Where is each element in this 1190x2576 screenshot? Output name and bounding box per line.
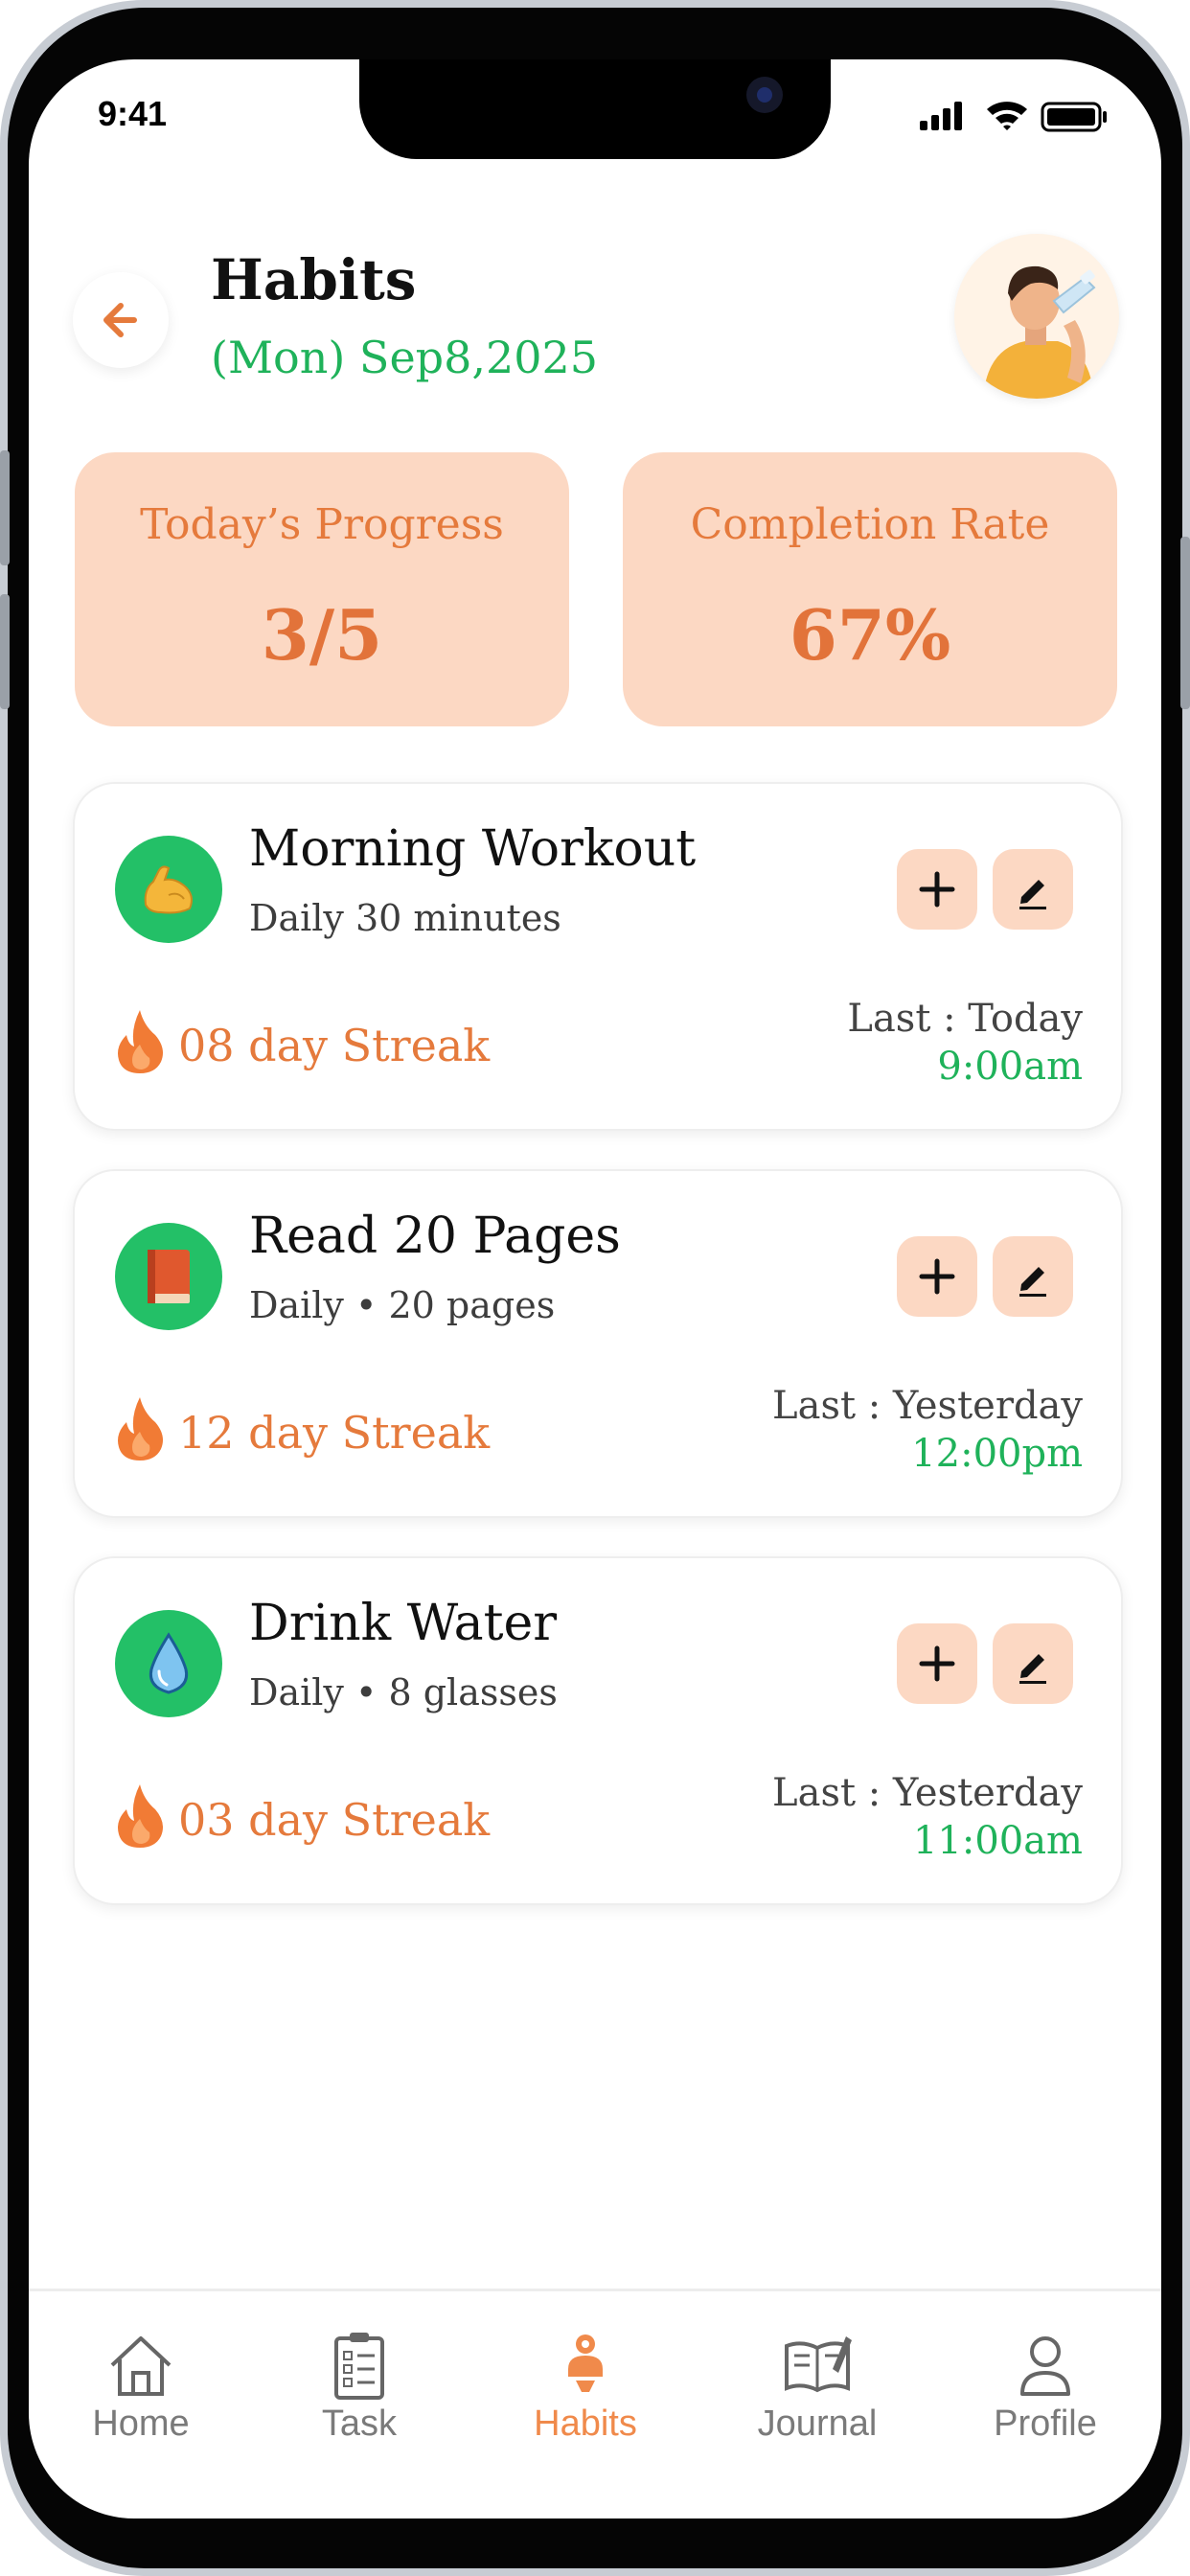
flame-icon	[118, 1010, 163, 1073]
wifi-icon	[987, 102, 1027, 130]
last-done-label: Last : Today	[847, 997, 1083, 1041]
completion-value: 67%	[789, 594, 951, 676]
volume-down-button	[0, 594, 10, 709]
signal-icon	[920, 102, 962, 130]
edit-button[interactable]	[993, 849, 1073, 930]
clipboard-icon	[334, 2333, 384, 2400]
habit-detail: Daily • 20 pages	[249, 1284, 556, 1326]
habit-icon-bg	[115, 1223, 222, 1330]
habit-card-drink-water[interactable]: Drink Water Daily • 8 glasses 03 day Str…	[73, 1556, 1123, 1905]
add-button[interactable]	[897, 1623, 977, 1704]
plus-icon	[919, 871, 955, 908]
streak-text: 12 day Streak	[178, 1407, 491, 1459]
nav-label: Habits	[534, 2404, 637, 2444]
status-icons	[910, 96, 1121, 134]
habit-detail: Daily 30 minutes	[249, 897, 561, 939]
volume-up-button	[0, 450, 10, 565]
habit-card-read-20-pages[interactable]: Read 20 Pages Daily • 20 pages 12 day St…	[73, 1169, 1123, 1518]
nav-label: Home	[92, 2404, 190, 2444]
pencil-icon	[1019, 1267, 1046, 1297]
nav-label: Profile	[994, 2404, 1097, 2444]
avatar-image	[954, 234, 1119, 399]
phone-screen: 9:41 Habits (Mon) Sep8,2025 Today’s Prog…	[29, 59, 1161, 2518]
power-button	[1180, 537, 1190, 709]
person-icon	[1020, 2336, 1070, 2396]
pencil-icon	[1019, 880, 1046, 909]
arrow-left-icon	[103, 303, 137, 337]
pencil-icon	[1019, 1654, 1046, 1684]
last-done-label: Last : Yesterday	[772, 1771, 1083, 1815]
nav-item-profile[interactable]: Profile	[964, 2331, 1127, 2455]
notch	[359, 59, 831, 159]
page-title: Habits	[211, 247, 417, 312]
progress-card: Today’s Progress 3/5	[75, 452, 569, 726]
habit-detail: Daily • 8 glasses	[249, 1671, 558, 1714]
habits-icon	[568, 2334, 603, 2392]
nav-item-journal[interactable]: Journal	[736, 2331, 899, 2455]
progress-value: 3/5	[261, 594, 383, 676]
nav-label: Task	[321, 2404, 398, 2444]
edit-button[interactable]	[993, 1236, 1073, 1317]
last-done-time: 11:00am	[912, 1819, 1083, 1863]
completion-label: Completion Rate	[690, 500, 1050, 549]
flame-icon	[118, 1784, 163, 1848]
avatar[interactable]	[954, 234, 1119, 399]
journal-icon	[785, 2336, 852, 2393]
habit-name: Morning Workout	[249, 820, 697, 878]
nav-divider	[29, 2288, 1161, 2291]
add-button[interactable]	[897, 1236, 977, 1317]
habit-icon-bg	[115, 836, 222, 943]
habit-name: Drink Water	[249, 1595, 558, 1652]
flexed-biceps-icon	[144, 865, 193, 914]
nav-label: Journal	[757, 2404, 878, 2444]
completion-card: Completion Rate 67%	[623, 452, 1117, 726]
last-done-time: 12:00pm	[911, 1432, 1083, 1476]
back-button[interactable]	[73, 272, 169, 368]
progress-label: Today’s Progress	[140, 500, 504, 549]
book-icon	[148, 1250, 190, 1303]
nav-item-habits[interactable]: Habits	[504, 2331, 667, 2455]
streak-text: 03 day Streak	[178, 1794, 491, 1846]
edit-button[interactable]	[993, 1623, 1073, 1704]
home-icon	[110, 2336, 172, 2396]
nav-item-task[interactable]: Task	[278, 2331, 441, 2455]
plus-icon	[919, 1645, 955, 1682]
battery-icon	[1041, 102, 1107, 132]
streak-text: 08 day Streak	[178, 1020, 491, 1071]
habit-card-morning-workout[interactable]: Morning Workout Daily 30 minutes 08 day …	[73, 782, 1123, 1131]
water-drop-icon	[149, 1632, 189, 1694]
front-camera	[746, 77, 783, 113]
flame-icon	[118, 1397, 163, 1460]
last-done-label: Last : Yesterday	[772, 1384, 1083, 1428]
habit-icon-bg	[115, 1610, 222, 1717]
page-date: (Mon) Sep8,2025	[211, 332, 599, 383]
nav-item-home[interactable]: Home	[59, 2331, 222, 2455]
status-time: 9:41	[98, 94, 168, 133]
add-button[interactable]	[897, 849, 977, 930]
last-done-time: 9:00am	[937, 1045, 1083, 1089]
habit-name: Read 20 Pages	[249, 1208, 621, 1265]
plus-icon	[919, 1258, 955, 1295]
